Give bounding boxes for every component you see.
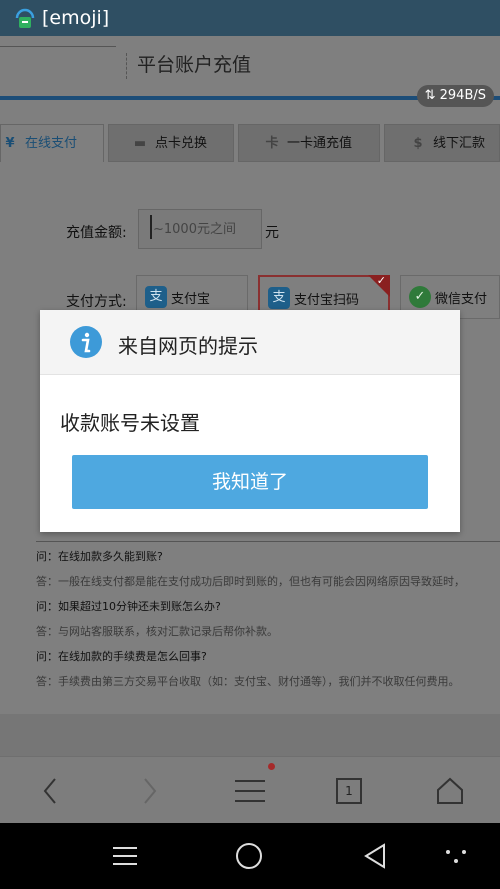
more-nav-button[interactable] — [426, 823, 486, 889]
method-label: 支付方式: — [66, 294, 127, 310]
network-speed: ⇅ 294B/S — [416, 85, 494, 107]
faq-answer: 答：手续费由第三方交易平台收取（如：支付宝、财付通等），我们并不收取任何费用。 — [36, 675, 460, 688]
tab-label: 点卡兑换 — [155, 136, 208, 151]
tab-online-pay[interactable]: ¥ 在线支付 — [0, 124, 104, 162]
onecard-icon: 卡 — [265, 136, 279, 151]
faq-question: 问：在线加款多久能到账? — [36, 550, 163, 563]
faq-answer: 答：一般在线支付都是能在支付成功后即时到账的，但也有可能会因网络原因导致延时， — [36, 575, 465, 588]
more-dots-icon — [446, 850, 466, 863]
back-nav-button[interactable] — [345, 823, 405, 889]
tab-card-redeem[interactable]: ▬ 点卡兑换 — [108, 124, 234, 162]
header-line — [0, 46, 116, 47]
amount-unit: 元 — [265, 225, 279, 241]
header-divider — [126, 53, 127, 79]
home-button[interactable] — [420, 757, 480, 824]
check-icon: ✓ — [376, 274, 386, 287]
dialog-header: 来自网页的提示 — [40, 310, 460, 375]
system-nav-bar — [0, 823, 500, 889]
page-footer — [0, 714, 500, 756]
tab-label: 线下汇款 — [433, 136, 486, 151]
alipay-icon: 支 — [145, 286, 167, 308]
forward-button[interactable] — [120, 757, 180, 824]
tab-label: 在线支付 — [25, 136, 78, 151]
pay-method-label: 支付宝 — [171, 292, 211, 307]
recent-apps-button[interactable] — [95, 823, 155, 889]
ok-button[interactable]: 我知道了 — [72, 455, 428, 509]
menu-icon — [235, 779, 265, 802]
yen-icon: ¥ — [5, 136, 15, 151]
amount-placeholder: ~1000元之间 — [153, 222, 236, 237]
tabs-button[interactable]: 1 — [319, 757, 379, 824]
speed-value: 294B/S — [439, 88, 486, 103]
dialog-message: 收款账号未设置 — [60, 411, 200, 435]
faq-question: 问：在线加款的手续费是怎么回事? — [36, 650, 207, 663]
faq-question: 问：如果超过10分钟还未到账怎么办? — [36, 600, 221, 613]
amount-input[interactable]: ~1000元之间 — [138, 209, 262, 249]
alert-dialog: 来自网页的提示 收款账号未设置 我知道了 — [40, 310, 460, 532]
tabs-count-icon: 1 — [336, 777, 362, 804]
card-icon: ▬ — [133, 136, 147, 151]
browser-toolbar: 1 — [0, 756, 500, 824]
recent-apps-icon — [113, 847, 137, 865]
faq-divider — [36, 541, 500, 542]
home-circle-icon — [236, 843, 262, 869]
status-bar: [emoji] — [0, 0, 500, 36]
notification-dot — [268, 763, 275, 770]
pay-method-label: 支付宝扫码 — [294, 293, 360, 308]
status-title: [emoji] — [42, 7, 110, 29]
speed-arrows-icon: ⇅ — [424, 88, 436, 103]
back-button[interactable] — [20, 757, 80, 824]
home-icon — [437, 777, 463, 804]
text-cursor — [150, 215, 152, 239]
tab-onecard[interactable]: 卡一卡通充值 — [238, 124, 380, 162]
pay-method-label: 微信支付 — [435, 292, 488, 307]
info-icon — [70, 326, 102, 358]
back-triangle-icon — [364, 843, 385, 869]
tab-offline-remit[interactable]: $ 线下汇款 — [384, 124, 500, 162]
dialog-title: 来自网页的提示 — [118, 334, 258, 358]
tabs-count: 1 — [345, 783, 353, 798]
alipay-icon: 支 — [268, 287, 290, 309]
page-title: 平台账户充值 — [137, 54, 252, 76]
chevron-left-icon — [43, 777, 56, 804]
wechat-icon: ✓ — [409, 286, 431, 308]
payment-tabs: ¥ 在线支付 ▬ 点卡兑换 卡一卡通充值 $ 线下汇款 — [0, 124, 500, 162]
tab-label: 一卡通充值 — [287, 136, 353, 151]
amount-label: 充值金额: — [66, 225, 127, 241]
dollar-icon: $ — [413, 136, 423, 151]
app-notification-icon — [15, 8, 35, 28]
faq-answer: 答：与网站客服联系，核对汇款记录后帮你补款。 — [36, 625, 278, 638]
home-nav-button[interactable] — [219, 823, 279, 889]
chevron-right-icon — [144, 777, 157, 804]
